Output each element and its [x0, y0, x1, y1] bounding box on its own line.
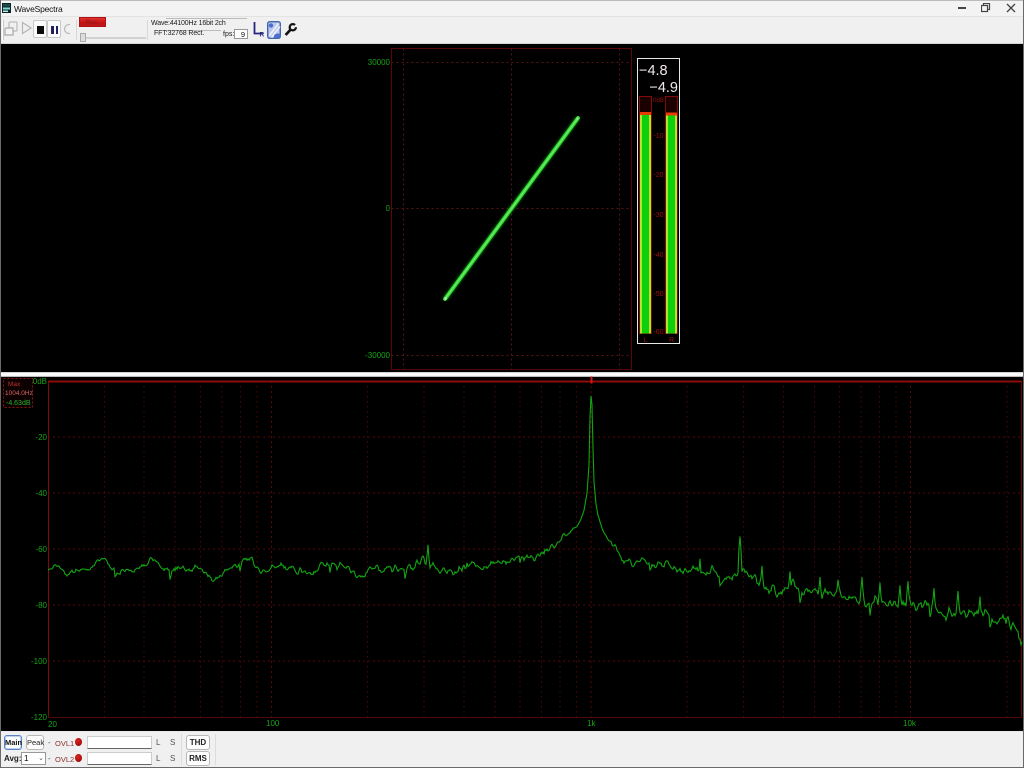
svg-text:-30000: -30000	[365, 351, 390, 360]
svg-text:Max: Max	[8, 381, 21, 388]
svg-text:10k: 10k	[903, 719, 917, 728]
svg-text:R: R	[669, 337, 674, 344]
svg-text:-60: -60	[35, 545, 47, 554]
svg-text:-30: -30	[653, 212, 663, 219]
svg-text:L: L	[644, 337, 648, 344]
svg-text:20: 20	[48, 720, 57, 729]
svg-text:0dB: 0dB	[33, 377, 47, 386]
svg-text:1004.0Hz: 1004.0Hz	[5, 390, 33, 397]
svg-text:30000: 30000	[368, 58, 391, 67]
svg-text:−4.9: −4.9	[649, 80, 678, 96]
svg-text:R: R	[260, 32, 265, 38]
svg-text:-20: -20	[653, 172, 663, 179]
svg-text:-40: -40	[35, 489, 47, 498]
svg-text:-40: -40	[653, 252, 663, 259]
svg-text:-120: -120	[31, 713, 48, 722]
svg-text:100: 100	[266, 719, 280, 728]
svg-text:0dB: 0dB	[653, 98, 664, 104]
svg-text:-20: -20	[35, 433, 47, 442]
svg-text:-60: -60	[653, 329, 663, 336]
svg-text:-4.63dB: -4.63dB	[6, 400, 31, 407]
svg-text:0: 0	[386, 204, 391, 213]
svg-text:1k: 1k	[587, 719, 596, 728]
svg-text:-50: -50	[653, 291, 663, 298]
svg-text:-80: -80	[35, 601, 47, 610]
svg-text:-100: -100	[31, 657, 48, 666]
svg-text:-10: -10	[653, 133, 663, 140]
svg-text:−4.8: −4.8	[639, 63, 668, 79]
